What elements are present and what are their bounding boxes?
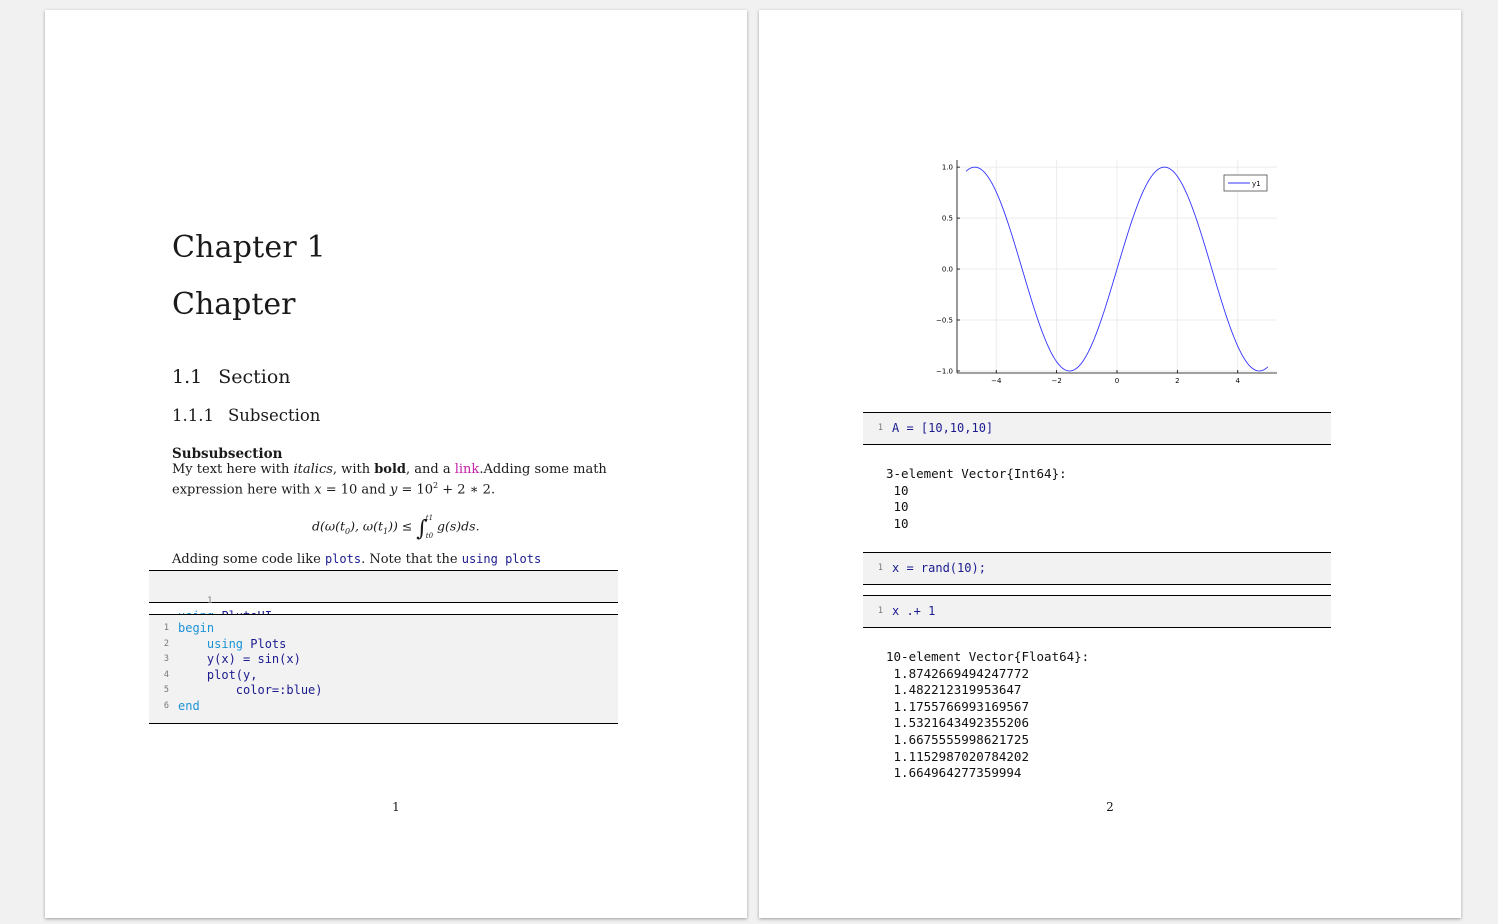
chapter-title: Chapter	[172, 287, 296, 322]
text: + 2 ∗ 2.	[438, 482, 496, 498]
italic-text: italics	[293, 462, 333, 477]
eq-lower-limit: t0	[425, 532, 434, 540]
page-number: 1	[392, 800, 400, 814]
code-cell-3[interactable]: 1 A = [10,10,10]	[863, 412, 1331, 445]
line-number: 3	[163, 654, 169, 664]
code-line: 1 begin	[149, 621, 618, 637]
text: = 10	[397, 482, 434, 498]
eq-part: d(ω(t	[312, 518, 345, 534]
document-page-1: Chapter 1 Chapter 1.1 Section 1.1.1 Subsec…	[45, 10, 747, 918]
keyword: using	[178, 636, 244, 651]
keyword: begin	[178, 621, 215, 635]
sine-plot: −4 −2 0 2 4 −1.0 −0.5 0.0 0.5 1.0 y1	[936, 160, 1277, 385]
chapter-number: Chapter 1	[172, 230, 326, 265]
cell-output-2: 10-element Vector{Float64}: 1.8742669494…	[886, 649, 1089, 782]
code-text: x .+ 1	[892, 604, 936, 618]
section-number: 1.1	[172, 366, 203, 388]
code-text: A = [10,10,10]	[892, 421, 994, 435]
x-tick-label: −4	[991, 377, 1002, 385]
text: . Note that the	[361, 552, 462, 567]
output-line: 1.482212319953647	[886, 682, 1022, 698]
line-number: 2	[163, 638, 169, 649]
bold-text: bold	[374, 462, 406, 477]
code-line: 3 y(x) = sin(x)	[149, 652, 618, 668]
code-line: 1 using PlutoUI	[149, 578, 618, 624]
code-text: x = rand(10);	[892, 561, 986, 575]
subsection-heading: 1.1.1 Subsection	[172, 406, 320, 425]
code-text: color=:blue)	[178, 683, 323, 697]
keyword: end	[178, 698, 200, 713]
code-line: 1 x .+ 1	[863, 604, 1331, 620]
code-cell-2[interactable]: 1 begin 2 using Plots 3 y(x) = sin(x) 4 p…	[149, 614, 618, 724]
output-line: 1.5321643492355206	[886, 715, 1029, 731]
code-line: 5 color=:blue)	[149, 683, 618, 699]
line-number: 1	[877, 606, 883, 616]
document-page-2: −4 −2 0 2 4 −1.0 −0.5 0.0 0.5 1.0 y1 1 A = [10,10,1…	[759, 10, 1461, 918]
code-line: 4 plot(y,	[149, 668, 618, 684]
code-line: 6 end	[149, 699, 618, 715]
eq-part: g(s)ds.	[433, 518, 480, 534]
text: , with	[332, 462, 375, 477]
code-cell-1[interactable]: 1 using PlutoUI	[149, 570, 618, 624]
code-text: plot(y,	[178, 667, 258, 682]
page-number: 2	[1106, 800, 1114, 814]
cell-output-1: 3-element Vector{Int64}: 10 10 10	[886, 466, 1067, 532]
legend-label: y1	[1252, 180, 1261, 188]
text: , and a	[406, 462, 455, 477]
paragraph-code-note: Adding some code like plots. Note that t…	[172, 551, 622, 568]
inline-code: using plots	[461, 552, 542, 566]
output-line: 1.1755766993169567	[886, 698, 1029, 714]
line-number: 1	[163, 623, 169, 633]
y-tick-label: −1.0	[936, 367, 953, 375]
eq-upper-limit: t1	[425, 514, 434, 522]
output-line: 10	[886, 499, 909, 515]
output-line: 3-element Vector{Int64}:	[886, 466, 1067, 481]
line-number: 4	[163, 669, 169, 680]
code-text: Plots	[243, 636, 287, 651]
code-text: y(x) = sin(x)	[178, 652, 301, 666]
hyperlink[interactable]: link	[455, 462, 480, 477]
line-number: 1	[207, 595, 213, 606]
section-heading: 1.1 Section	[172, 366, 291, 388]
eq-part: )) ≤	[388, 518, 417, 534]
math-var-x: x	[314, 482, 322, 498]
output-line: 1.1152987020784202	[886, 748, 1029, 764]
section-title: Section	[218, 366, 291, 388]
line-number: 6	[163, 700, 169, 711]
line-number: 1	[877, 423, 883, 433]
text: Adding some code like	[172, 552, 325, 567]
y-tick-label: −0.5	[936, 317, 953, 325]
output-line: 1.8742669494247772	[886, 665, 1029, 681]
text: My text here with	[172, 462, 294, 477]
y-tick-label: 1.0	[942, 164, 953, 172]
x-tick-label: −2	[1051, 377, 1061, 385]
code-line: 2 using Plots	[149, 637, 618, 653]
line-number: 5	[163, 685, 169, 695]
code-line: 1 A = [10,10,10]	[863, 421, 1331, 437]
output-line: 10	[886, 515, 909, 531]
y-tick-label: 0.5	[942, 215, 953, 223]
subsection-title: Subsection	[227, 406, 321, 425]
y-tick-label: 0.0	[942, 266, 953, 274]
code-cell-5[interactable]: 1 x .+ 1	[863, 595, 1331, 628]
eq-part: ), ω(t	[350, 518, 383, 534]
inline-code: plots	[324, 552, 362, 566]
x-tick-label: 0	[1115, 377, 1119, 385]
x-tick-label: 4	[1236, 377, 1241, 385]
output-line: 10	[886, 482, 909, 498]
paragraph-intro: My text here with italics, with bold, an…	[172, 462, 622, 498]
output-line: 1.664964277359994	[886, 765, 1022, 781]
output-line: 1.6675555998621725	[886, 731, 1029, 747]
text: = 10 and	[321, 482, 390, 498]
x-tick-label: 2	[1175, 377, 1179, 385]
subsection-number: 1.1.1	[172, 406, 214, 425]
display-equation: d(ω(t0), ω(t1)) ≤ ∫ t1 t0 g(s)ds.	[312, 514, 480, 542]
code-line: 1 x = rand(10);	[863, 561, 1331, 577]
subsubsection-heading: Subsubsection	[172, 446, 283, 462]
code-cell-4[interactable]: 1 x = rand(10);	[863, 552, 1331, 585]
line-number: 1	[877, 563, 883, 573]
output-line: 10-element Vector{Float64}:	[886, 649, 1090, 664]
